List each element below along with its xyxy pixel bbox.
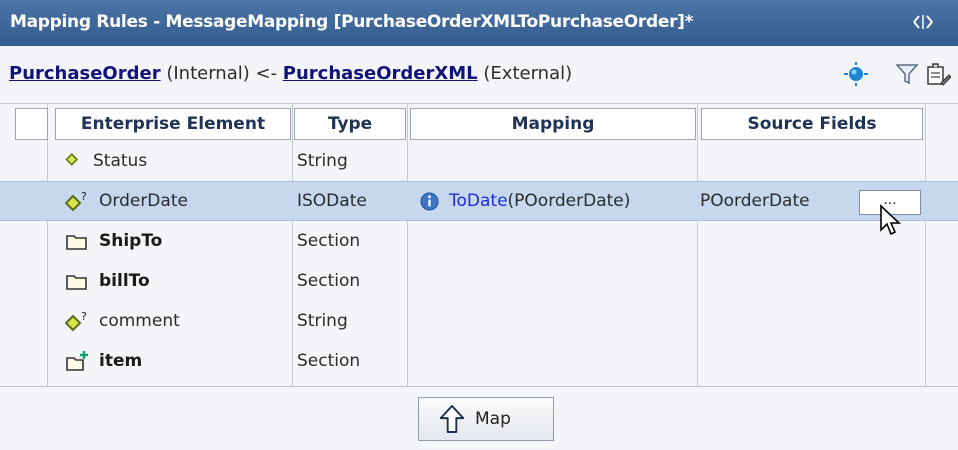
element-name-cell: Status [48,141,292,181]
mapping-cell[interactable] [408,301,697,341]
source-field-value: POorderDate [700,191,810,211]
optional-diamond-icon: ? [65,310,87,332]
filter-icon[interactable] [894,61,920,87]
element-name-cell: billTo [48,261,292,301]
mouse-cursor-icon [880,204,902,236]
element-name: Status [93,151,148,171]
mapping-function-args: (POorderDate) [507,191,631,211]
properties-icon[interactable] [925,61,951,87]
target-document-link[interactable]: PurchaseOrder [9,63,161,84]
type-cell: Section [297,271,361,291]
collapse-toggle-icon[interactable] [910,11,936,33]
window-title: Mapping Rules - MessageMapping [Purchase… [10,12,694,32]
element-name: item [99,351,143,371]
svg-text:?: ? [81,310,87,323]
mapping-cell[interactable]: ToDate (POorderDate) [408,182,697,220]
grid-header-row: Enterprise Element Type Mapping Source F… [0,108,958,140]
mapping-rules-window: Mapping Rules - MessageMapping [Purchase… [0,0,958,450]
source-fields-cell[interactable] [698,301,925,341]
source-kind-label: (External) [483,63,573,84]
info-icon[interactable] [420,191,439,211]
up-arrow-icon [439,405,465,433]
element-name: billTo [99,271,150,291]
select-all-header-cell[interactable] [15,108,48,140]
mapping-cell[interactable] [408,221,697,261]
source-fields-cell[interactable] [698,341,925,381]
type-cell: ISODate [297,191,367,211]
column-header-source-fields[interactable]: Source Fields [701,108,923,140]
source-fields-cell[interactable] [698,261,925,301]
element-name-cell: ? OrderDate [48,182,292,220]
action-bar: Map [0,386,958,450]
optional-diamond-icon: ? [65,190,87,212]
map-button[interactable]: Map [418,397,554,441]
folder-icon [66,235,87,250]
table-row[interactable]: ? comment String [0,301,958,341]
mapping-header: PurchaseOrder (Internal) <- PurchaseOrde… [0,46,958,104]
map-button-label: Map [475,409,511,429]
folder-icon [66,275,87,290]
repeating-folder-icon [66,351,88,371]
source-fields-cell[interactable] [698,141,925,181]
mapping-grid: Enterprise Element Type Mapping Source F… [0,104,958,386]
type-cell: Section [297,351,361,371]
element-name: comment [99,311,180,331]
element-name: ShipTo [99,231,163,251]
svg-text:?: ? [81,190,87,203]
mapping-cell[interactable] [408,141,697,181]
mapping-summary: PurchaseOrder (Internal) <- PurchaseOrde… [9,63,572,84]
auto-map-icon[interactable] [843,61,869,87]
mapping-function-link[interactable]: ToDate [449,191,508,211]
element-name-cell: ? comment [48,301,292,341]
type-cell: String [297,311,348,331]
column-header-mapping[interactable]: Mapping [410,108,696,140]
title-bar: Mapping Rules - MessageMapping [Purchase… [0,0,958,46]
type-cell: String [297,151,348,171]
diamond-icon [65,153,79,166]
table-row[interactable]: Status String [0,141,958,181]
table-row[interactable]: billTo Section [0,261,958,301]
table-row-selected[interactable]: ? OrderDate ISODate ToDate (POorderDate) … [0,181,958,221]
column-header-type[interactable]: Type [294,108,406,140]
table-row[interactable]: item Section [0,341,958,381]
mapping-cell[interactable] [408,261,697,301]
type-cell: Section [297,231,361,251]
element-name: OrderDate [99,191,188,211]
element-name-cell: ShipTo [48,221,292,261]
source-document-link[interactable]: PurchaseOrderXML [283,63,478,84]
column-header-enterprise-element[interactable]: Enterprise Element [55,108,291,140]
target-kind-label: (Internal) [166,63,250,84]
mapping-cell[interactable] [408,341,697,381]
element-name-cell: item [48,341,292,381]
direction-arrow-label: <- [255,63,278,84]
table-row[interactable]: ShipTo Section [0,221,958,261]
